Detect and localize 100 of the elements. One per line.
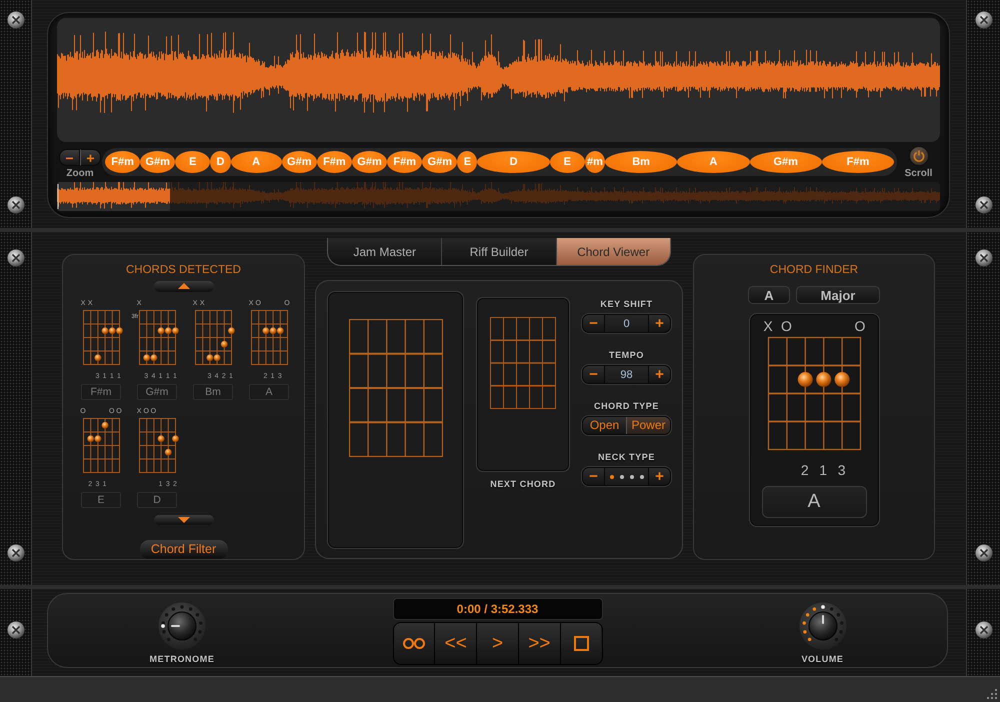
neck-option-dot-icon[interactable] — [640, 474, 644, 478]
screw-icon — [6, 621, 24, 639]
rewind-button[interactable]: << — [435, 623, 478, 664]
screw-icon — [974, 11, 992, 29]
fretboard-grid — [138, 310, 176, 364]
knob-thumb[interactable] — [161, 624, 165, 628]
finger-dot-icon — [101, 421, 108, 428]
chord-name-button[interactable]: Bm — [193, 384, 233, 400]
screw-icon — [6, 11, 24, 29]
chord-segment[interactable]: D — [210, 151, 230, 173]
zoom-label: Zoom — [66, 168, 94, 179]
panel-title: CHORDS DETECTED — [126, 264, 241, 277]
chord-segment[interactable]: G#m — [140, 151, 176, 173]
resize-grip-icon[interactable] — [987, 689, 998, 700]
zoom-out-button[interactable]: − — [59, 149, 80, 166]
panel-title: CHORD FINDER — [770, 264, 858, 277]
key-shift-value: 0 — [604, 315, 649, 332]
tempo-label: TEMPO — [608, 350, 644, 361]
increment-button[interactable]: + — [649, 366, 670, 383]
chord-segment[interactable]: G#m — [282, 151, 317, 173]
chord-segment[interactable]: E — [175, 151, 210, 173]
finger-number: 3 — [838, 462, 846, 478]
chord-segment[interactable]: #m — [584, 151, 605, 173]
scroll-down-button[interactable] — [154, 514, 214, 525]
chord-segment[interactable]: F#m — [822, 151, 894, 173]
screw-icon — [6, 249, 24, 267]
finger-number: 1 — [819, 462, 828, 478]
finger-number: 2 — [800, 462, 809, 478]
forward-button[interactable]: >> — [518, 623, 561, 664]
finger-dot-icon — [797, 372, 812, 387]
fretboard-grid — [82, 418, 120, 472]
volume-label: VOLUME — [801, 654, 844, 665]
increment-button[interactable]: + — [649, 468, 670, 485]
increment-button[interactable]: + — [649, 315, 670, 332]
screw-icon — [974, 249, 992, 267]
chord-segment[interactable]: E — [550, 151, 585, 173]
fretboard-grid — [82, 310, 120, 364]
decrement-button[interactable]: − — [583, 366, 604, 383]
knob-thumb[interactable] — [820, 605, 824, 609]
chord-segment[interactable]: F#m — [387, 151, 422, 173]
chord-name-button[interactable]: F#m — [81, 384, 121, 400]
chord-name-button[interactable]: G#m — [137, 384, 177, 400]
zoom-in-button[interactable]: + — [80, 149, 101, 166]
scroll-button[interactable] — [908, 146, 928, 166]
string-marker: X — [763, 319, 773, 333]
caret-down-icon — [178, 516, 190, 523]
decrement-button[interactable]: − — [583, 315, 604, 332]
screw-icon — [6, 196, 24, 214]
tempo-value: 98 — [604, 366, 649, 383]
scroll-up-button[interactable] — [154, 281, 214, 292]
chord-segment[interactable]: F#m — [316, 151, 352, 173]
string-marker: O — [780, 319, 792, 333]
volume-knob[interactable] — [798, 601, 848, 651]
finger-dot-icon — [94, 354, 101, 361]
chord-segment[interactable]: G#m — [352, 151, 388, 173]
chord-filter-button[interactable]: Chord Filter — [140, 540, 228, 559]
screw-icon — [6, 544, 24, 562]
chord-name-button[interactable]: E — [81, 492, 121, 508]
scroll-label: Scroll — [904, 168, 932, 179]
screw-icon — [974, 544, 992, 562]
chord-segment[interactable]: Bm — [604, 151, 678, 173]
play-button[interactable]: > — [477, 623, 519, 664]
finger-dot-icon — [157, 434, 164, 442]
finger-dot-icon — [172, 434, 178, 442]
neck-option-dot-icon[interactable] — [630, 474, 634, 478]
tab[interactable]: Chord Viewer — [556, 238, 670, 265]
screw-icon — [974, 196, 992, 214]
root-note-selector[interactable]: A — [748, 286, 790, 304]
neck-option-dot-icon[interactable] — [610, 474, 614, 478]
time-display: 0:00 / 3:52.333 — [392, 598, 602, 620]
power-icon — [912, 150, 924, 162]
loop-icon — [402, 638, 425, 649]
fretboard-grid — [250, 310, 288, 364]
chord-quality-selector[interactable]: Major — [796, 286, 880, 304]
chord-segment[interactable]: E — [457, 151, 478, 173]
finger-dot-icon — [228, 326, 234, 334]
neck-type-label: NECK TYPE — [598, 452, 655, 463]
metronome-label: METRONOME — [150, 654, 214, 665]
chord-name-button[interactable]: A — [762, 486, 866, 518]
caret-up-icon — [178, 283, 190, 290]
decrement-button[interactable]: − — [583, 468, 604, 485]
loop-button[interactable] — [394, 623, 436, 664]
chord-segment[interactable]: D — [477, 151, 550, 173]
tab[interactable]: Jam Master — [328, 238, 442, 265]
chord-segment[interactable]: G#m — [750, 151, 822, 173]
chord-segment[interactable]: A — [230, 151, 282, 173]
neck-option-dot-icon[interactable] — [620, 474, 624, 478]
chord-segment[interactable]: G#m — [422, 151, 458, 173]
key-shift-label: KEY SHIFT — [600, 299, 653, 310]
chord-name-button[interactable]: D — [137, 492, 177, 508]
finger-dot-icon — [220, 340, 228, 348]
chord-segment[interactable]: A — [677, 151, 750, 173]
chord-segment[interactable]: F#m — [105, 151, 140, 173]
fretboard-grid — [138, 418, 176, 472]
chord-name-button[interactable]: A — [249, 384, 289, 400]
finger-dot-icon — [164, 448, 172, 456]
chord-type-option[interactable]: Power — [626, 417, 670, 434]
chord-type-label: CHORD TYPE — [594, 401, 659, 412]
stop-button[interactable] — [560, 623, 602, 664]
chord-type-option[interactable]: Open — [583, 417, 626, 434]
